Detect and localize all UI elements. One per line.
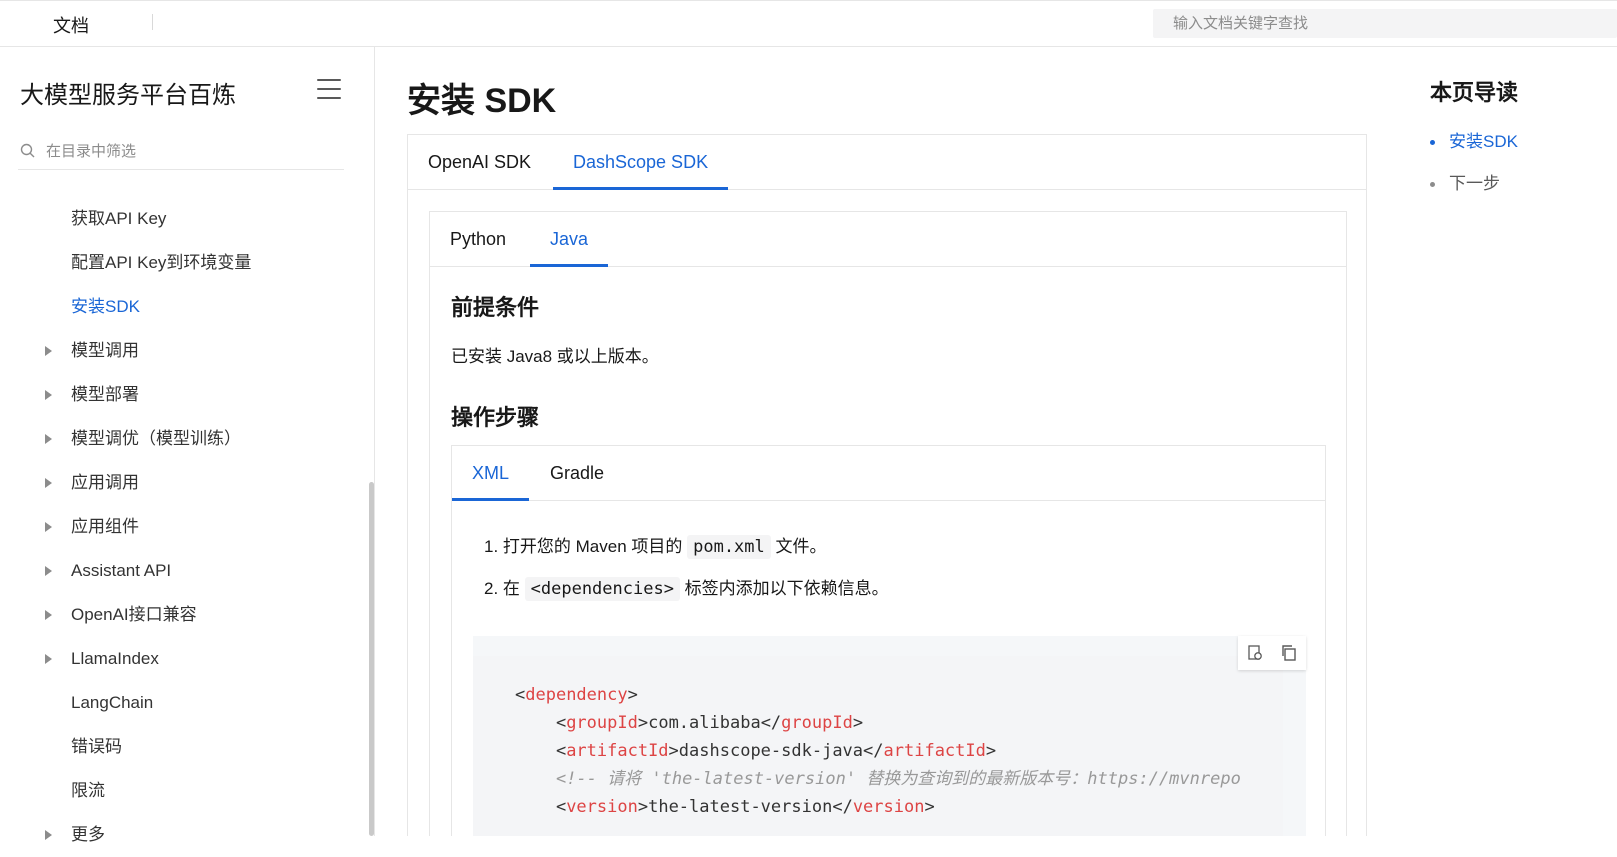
caret-right-icon[interactable]	[45, 434, 52, 444]
inline-code: pom.xml	[687, 535, 771, 559]
toc-item-next-step[interactable]: 下一步	[1430, 169, 1500, 194]
sidebar-item[interactable]: 获取API Key	[0, 197, 370, 241]
sidebar-item-label: 获取API Key	[71, 209, 167, 228]
sidebar-item[interactable]: LlamaIndex	[0, 637, 370, 681]
top-bar: 文档	[0, 0, 1617, 47]
hamburger-menu-icon[interactable]	[317, 79, 341, 99]
sidebar-item[interactable]: OpenAI接口兼容	[0, 593, 370, 637]
prereq-heading: 前提条件	[451, 295, 540, 320]
list-item: 2. 在 <dependencies> 标签内添加以下依赖信息。	[484, 577, 889, 601]
caret-right-icon[interactable]	[45, 610, 52, 620]
sidebar-item[interactable]: 错误码	[0, 725, 370, 769]
code-content: <dependency> <groupId>com.alibaba</group…	[515, 685, 1241, 817]
toc-item-install-sdk[interactable]: 安装SDK	[1430, 127, 1518, 152]
sidebar-item-label: OpenAI接口兼容	[71, 605, 197, 624]
sidebar-item-label: 限流	[71, 781, 105, 800]
doc-search-input[interactable]	[1153, 9, 1617, 38]
caret-right-icon[interactable]	[45, 390, 52, 400]
sidebar-item-label: LlamaIndex	[71, 649, 159, 668]
sidebar-scrollbar[interactable]	[369, 482, 374, 836]
page-toc: 本页导读 安装SDK 下一步	[1398, 47, 1617, 836]
language-tab-panel: Python Java 前提条件 已安装 Java8 或以上版本。 操作步骤 X…	[429, 211, 1347, 836]
tab-xml[interactable]: XML	[452, 446, 530, 501]
sidebar-item[interactable]: 模型调用	[0, 329, 370, 373]
sidebar-item-label: 模型调用	[71, 341, 139, 360]
sidebar-item[interactable]: 模型部署	[0, 373, 370, 417]
code-toolbar	[1238, 636, 1306, 670]
sidebar-item[interactable]: 安装SDK	[0, 285, 370, 329]
bullet-icon	[1430, 140, 1435, 146]
toc-title: 本页导读	[1430, 80, 1519, 105]
sidebar-item-label: 安装SDK	[71, 297, 140, 316]
sidebar-item-label: 应用调用	[71, 473, 139, 492]
brand-docs-link[interactable]: 文档	[53, 12, 89, 38]
sdk-tab-panel: OpenAI SDK DashScope SDK Python Java 前提条…	[407, 134, 1367, 836]
sidebar-item[interactable]: 应用组件	[0, 505, 370, 549]
caret-right-icon[interactable]	[45, 830, 52, 840]
caret-right-icon[interactable]	[45, 654, 52, 664]
caret-right-icon[interactable]	[45, 478, 52, 488]
steps-list: 1. 打开您的 Maven 项目的 pom.xml 文件。 2. 在 <depe…	[484, 526, 889, 610]
sidebar-title: 大模型服务平台百炼	[20, 82, 236, 109]
sidebar-item[interactable]: 应用调用	[0, 461, 370, 505]
page-title: 安装 SDK	[407, 82, 557, 120]
sidebar-item[interactable]: Assistant API	[0, 549, 370, 593]
sidebar-filter[interactable]	[18, 134, 344, 170]
tab-gradle[interactable]: Gradle	[530, 446, 624, 501]
list-item: 1. 打开您的 Maven 项目的 pom.xml 文件。	[484, 535, 827, 559]
language-tabs: Python Java	[430, 212, 1346, 267]
sidebar-item-label: Assistant API	[71, 561, 172, 580]
sidebar-item-label: LangChain	[71, 693, 154, 712]
divider	[152, 14, 153, 30]
sidebar-item-label: 应用组件	[71, 517, 139, 536]
sidebar-item[interactable]: LangChain	[0, 681, 370, 725]
build-tab-panel: XML Gradle 1. 打开您的 Maven 项目的 pom.xml 文件。…	[451, 445, 1326, 836]
copy-icon[interactable]	[1280, 644, 1298, 662]
caret-right-icon[interactable]	[45, 566, 52, 576]
sidebar-nav: 获取API Key 配置API Key到环境变量 安装SDK 模型调用模型部署模型调优…	[0, 197, 370, 857]
tab-dashscope-sdk[interactable]: DashScope SDK	[553, 135, 729, 190]
sidebar-item[interactable]: 模型调优（模型训练）	[0, 417, 370, 461]
sidebar-item[interactable]: 限流	[0, 769, 370, 813]
sidebar-item[interactable]: 配置API Key到环境变量	[0, 241, 370, 285]
sidebar-filter-input[interactable]	[46, 134, 336, 168]
sidebar: 大模型服务平台百炼 获取API Key 配置API Key到环境变量安装SDK 模型…	[0, 47, 375, 844]
tab-openai-sdk[interactable]: OpenAI SDK	[408, 135, 551, 190]
sidebar-item-label: 更多	[71, 825, 105, 844]
search-icon	[20, 143, 35, 158]
sidebar-item[interactable]: 更多	[0, 813, 370, 857]
caret-right-icon[interactable]	[45, 522, 52, 532]
code-block: <dependency> <groupId>com.alibaba</group…	[473, 636, 1306, 836]
tab-python[interactable]: Python	[430, 212, 526, 267]
sidebar-item-label: 模型调优（模型训练）	[71, 429, 241, 448]
prereq-text: 已安装 Java8 或以上版本。	[451, 347, 659, 366]
inline-code: <dependencies>	[524, 577, 680, 601]
build-tabs: XML Gradle	[452, 446, 1325, 501]
main-content: 安装 SDK OpenAI SDK DashScope SDK Python J…	[376, 47, 1397, 836]
copy-to-editor-icon[interactable]	[1246, 644, 1264, 662]
bullet-icon	[1430, 182, 1435, 188]
steps-heading: 操作步骤	[451, 405, 540, 430]
tab-java[interactable]: Java	[530, 212, 609, 267]
sidebar-item-label: 配置API Key到环境变量	[71, 253, 252, 272]
sidebar-item-label: 模型部署	[71, 385, 139, 404]
doc-search-box[interactable]	[1153, 9, 1617, 38]
sidebar-item-label: 错误码	[71, 737, 122, 756]
sdk-tabs: OpenAI SDK DashScope SDK	[408, 135, 1366, 190]
caret-right-icon[interactable]	[45, 346, 52, 356]
